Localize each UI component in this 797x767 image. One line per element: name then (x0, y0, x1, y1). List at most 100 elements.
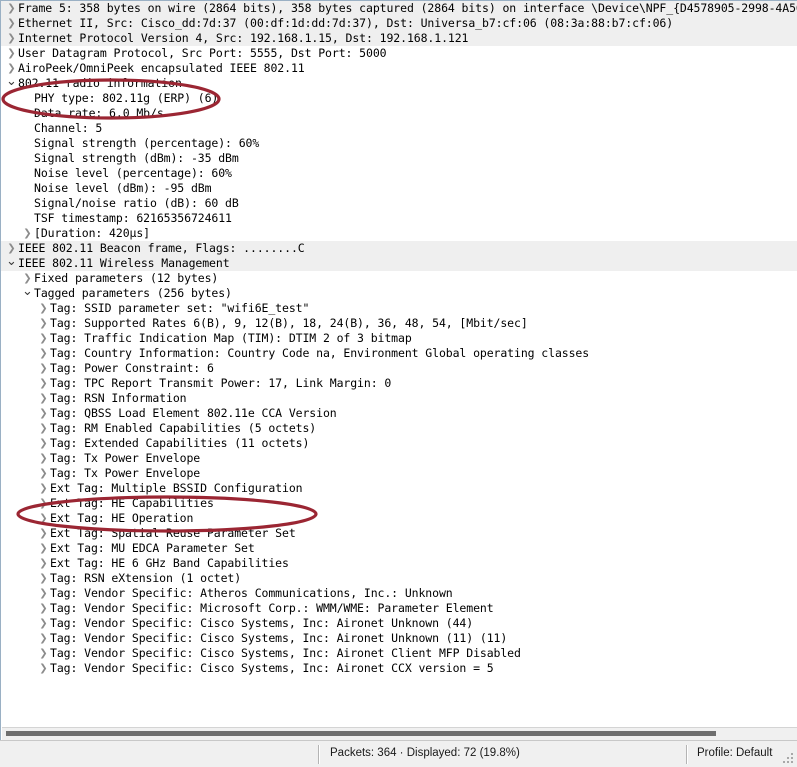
chevron-down-icon[interactable]: ⌄ (21, 285, 34, 298)
chevron-right-icon[interactable]: ❯ (37, 631, 50, 646)
chevron-right-icon[interactable]: ❯ (37, 511, 50, 526)
detail-tree-row[interactable]: ❯ Tag: Traffic Indication Map (TIM): DTIM… (1, 331, 797, 346)
chevron-right-icon[interactable]: ❯ (37, 361, 50, 376)
detail-tree-row[interactable]: ❯ Tag: QBSS Load Element 802.11e CCA Vers… (1, 406, 797, 421)
chevron-down-icon[interactable]: ⌄ (5, 255, 18, 268)
chevron-right-icon[interactable]: ❯ (37, 541, 50, 556)
detail-tree-row[interactable]: ⌄Tagged parameters (256 bytes) (1, 285, 797, 301)
detail-tree-row-label: Ext Tag: Multiple BSSID Configuration (50, 481, 303, 495)
chevron-right-icon[interactable]: ❯ (37, 331, 50, 346)
chevron-right-icon[interactable]: ❯ (37, 661, 50, 676)
status-profile[interactable]: Profile: Default (697, 747, 772, 759)
detail-tree-row[interactable]: Signal strength (percentage): 60% (1, 136, 797, 151)
detail-tree-row[interactable]: ❯ Tag: Vendor Specific: Cisco Systems, In… (1, 616, 797, 631)
chevron-right-icon[interactable]: ❯ (37, 601, 50, 616)
chevron-right-icon[interactable]: ❯ (37, 421, 50, 436)
chevron-right-icon[interactable]: ❯ (37, 451, 50, 466)
detail-tree-row-label: Ext Tag: MU EDCA Parameter Set (50, 541, 255, 555)
detail-tree-row-label: Tag: Traffic Indication Map (TIM): DTIM … (50, 331, 412, 345)
chevron-right-icon[interactable]: ❯ (37, 496, 50, 511)
detail-tree-row[interactable]: ❯ IEEE 802.11 Beacon frame, Flags: ......… (1, 241, 797, 256)
detail-tree-row[interactable]: ⌄IEEE 802.11 Wireless Management (1, 255, 797, 271)
detail-tree-row[interactable]: TSF timestamp: 62165356724611 (1, 211, 797, 226)
detail-tree-row[interactable]: ❯ Ext Tag: MU EDCA Parameter Set (1, 541, 797, 556)
chevron-right-icon[interactable]: ❯ (37, 391, 50, 406)
chevron-right-icon[interactable]: ❯ (21, 226, 34, 241)
detail-tree-row[interactable]: ❯ Tag: Vendor Specific: Microsoft Corp.: … (1, 601, 797, 616)
chevron-right-icon[interactable]: ❯ (37, 571, 50, 586)
detail-tree-row[interactable]: Data rate: 6.0 Mb/s (1, 106, 797, 121)
chevron-right-icon[interactable]: ❯ (5, 46, 18, 61)
horizontal-scrollbar-thumb[interactable] (6, 731, 716, 736)
detail-tree-row-label: Noise level (dBm): -95 dBm (34, 181, 212, 195)
detail-tree-row[interactable]: ❯ Ext Tag: HE Operation (1, 511, 797, 526)
detail-tree-row-label: Tag: Tx Power Envelope (50, 451, 201, 465)
chevron-right-icon[interactable]: ❯ (37, 316, 50, 331)
detail-tree-row[interactable]: ❯ Tag: TPC Report Transmit Power: 17, Lin… (1, 376, 797, 391)
horizontal-scrollbar[interactable] (2, 727, 797, 740)
detail-tree-row[interactable]: ❯ Internet Protocol Version 4, Src: 192.1… (1, 31, 797, 46)
detail-tree-row-label: Tag: Extended Capabilities (11 octets) (50, 436, 310, 450)
chevron-right-icon[interactable]: ❯ (37, 376, 50, 391)
detail-tree-row-label: Tag: QBSS Load Element 802.11e CCA Versi… (50, 406, 337, 420)
detail-tree-row-label: IEEE 802.11 Beacon frame, Flags: .......… (18, 241, 305, 255)
detail-tree-row-label: Tag: Vendor Specific: Cisco Systems, Inc… (50, 631, 508, 645)
detail-tree-row[interactable]: Signal strength (dBm): -35 dBm (1, 151, 797, 166)
detail-tree-row[interactable]: ❯ Tag: Country Information: Country Code … (1, 346, 797, 361)
chevron-right-icon[interactable]: ❯ (37, 406, 50, 421)
chevron-right-icon[interactable]: ❯ (37, 346, 50, 361)
detail-tree-row[interactable]: ❯ Tag: RM Enabled Capabilities (5 octets) (1, 421, 797, 436)
detail-tree-row[interactable]: ❯ Tag: Power Constraint: 6 (1, 361, 797, 376)
chevron-right-icon[interactable]: ❯ (5, 31, 18, 46)
detail-tree-row[interactable]: ❯ User Datagram Protocol, Src Port: 5555,… (1, 46, 797, 61)
chevron-right-icon[interactable]: ❯ (37, 301, 50, 316)
detail-tree-row[interactable]: ❯ [Duration: 420µs] (1, 226, 797, 241)
detail-tree-row-label: Tag: Vendor Specific: Cisco Systems, Inc… (50, 616, 474, 630)
chevron-right-icon[interactable]: ❯ (37, 646, 50, 661)
detail-tree-row[interactable]: ❯ Frame 5: 358 bytes on wire (2864 bits),… (1, 1, 797, 16)
chevron-right-icon[interactable]: ❯ (37, 616, 50, 631)
chevron-right-icon[interactable]: ❯ (37, 436, 50, 451)
detail-tree-row[interactable]: ❯ Ext Tag: HE Capabilities (1, 496, 797, 511)
detail-tree-row[interactable]: Signal/noise ratio (dB): 60 dB (1, 196, 797, 211)
detail-tree-row[interactable]: ❯ Tag: RSN eXtension (1 octet) (1, 571, 797, 586)
chevron-right-icon[interactable]: ❯ (5, 16, 18, 31)
detail-tree-row[interactable]: ❯ Ext Tag: Spatial Reuse Parameter Set (1, 526, 797, 541)
status-bar: Packets: 364 · Displayed: 72 (19.8%) Pro… (0, 740, 797, 767)
resize-grip-icon[interactable] (783, 753, 794, 764)
detail-tree-row[interactable]: ⌄802.11 radio information (1, 75, 797, 91)
chevron-right-icon[interactable]: ❯ (37, 466, 50, 481)
detail-tree-row[interactable]: ❯ AiroPeek/OmniPeek encapsulated IEEE 802… (1, 61, 797, 76)
chevron-right-icon[interactable]: ❯ (37, 526, 50, 541)
detail-tree-row[interactable]: ❯ Tag: SSID parameter set: "wifi6E_test" (1, 301, 797, 316)
status-separator-left (318, 745, 320, 764)
chevron-right-icon[interactable]: ❯ (37, 586, 50, 601)
detail-tree-row[interactable]: ❯ Ext Tag: HE 6 GHz Band Capabilities (1, 556, 797, 571)
detail-tree-row[interactable]: ❯ Ethernet II, Src: Cisco_dd:7d:37 (00:df… (1, 16, 797, 31)
detail-tree-row[interactable]: ❯ Tag: Vendor Specific: Cisco Systems, In… (1, 661, 797, 676)
detail-tree-row[interactable]: ❯ Tag: Vendor Specific: Cisco Systems, In… (1, 646, 797, 661)
chevron-down-icon[interactable]: ⌄ (5, 75, 18, 88)
packet-detail-tree[interactable]: ❯ Frame 5: 358 bytes on wire (2864 bits),… (1, 1, 797, 729)
detail-tree-row[interactable]: Noise level (percentage): 60% (1, 166, 797, 181)
detail-tree-row-label: Tag: TPC Report Transmit Power: 17, Link… (50, 376, 392, 390)
chevron-right-icon[interactable]: ❯ (37, 556, 50, 571)
detail-tree-row[interactable]: ❯ Ext Tag: Multiple BSSID Configuration (1, 481, 797, 496)
chevron-right-icon[interactable]: ❯ (5, 1, 18, 16)
packet-details-panel[interactable]: ❯ Frame 5: 358 bytes on wire (2864 bits),… (0, 0, 797, 740)
detail-tree-row[interactable]: Channel: 5 (1, 121, 797, 136)
detail-tree-row[interactable]: ❯ Fixed parameters (12 bytes) (1, 271, 797, 286)
detail-tree-row[interactable]: ❯ Tag: RSN Information (1, 391, 797, 406)
detail-tree-row[interactable]: ❯ Tag: Tx Power Envelope (1, 451, 797, 466)
detail-tree-row[interactable]: ❯ Tag: Extended Capabilities (11 octets) (1, 436, 797, 451)
detail-tree-row[interactable]: Noise level (dBm): -95 dBm (1, 181, 797, 196)
detail-tree-row[interactable]: ❯ Tag: Vendor Specific: Atheros Communica… (1, 586, 797, 601)
detail-tree-row-label: Data rate: 6.0 Mb/s (34, 106, 164, 120)
detail-tree-row[interactable]: ❯ Tag: Vendor Specific: Cisco Systems, In… (1, 631, 797, 646)
detail-tree-row-label: Signal strength (percentage): 60% (34, 136, 260, 150)
detail-tree-row[interactable]: ❯ Tag: Tx Power Envelope (1, 466, 797, 481)
detail-tree-row-label: Fixed parameters (12 bytes) (34, 271, 219, 285)
detail-tree-row[interactable]: PHY type: 802.11g (ERP) (6) (1, 91, 797, 106)
chevron-right-icon[interactable]: ❯ (37, 481, 50, 496)
detail-tree-row[interactable]: ❯ Tag: Supported Rates 6(B), 9, 12(B), 18… (1, 316, 797, 331)
